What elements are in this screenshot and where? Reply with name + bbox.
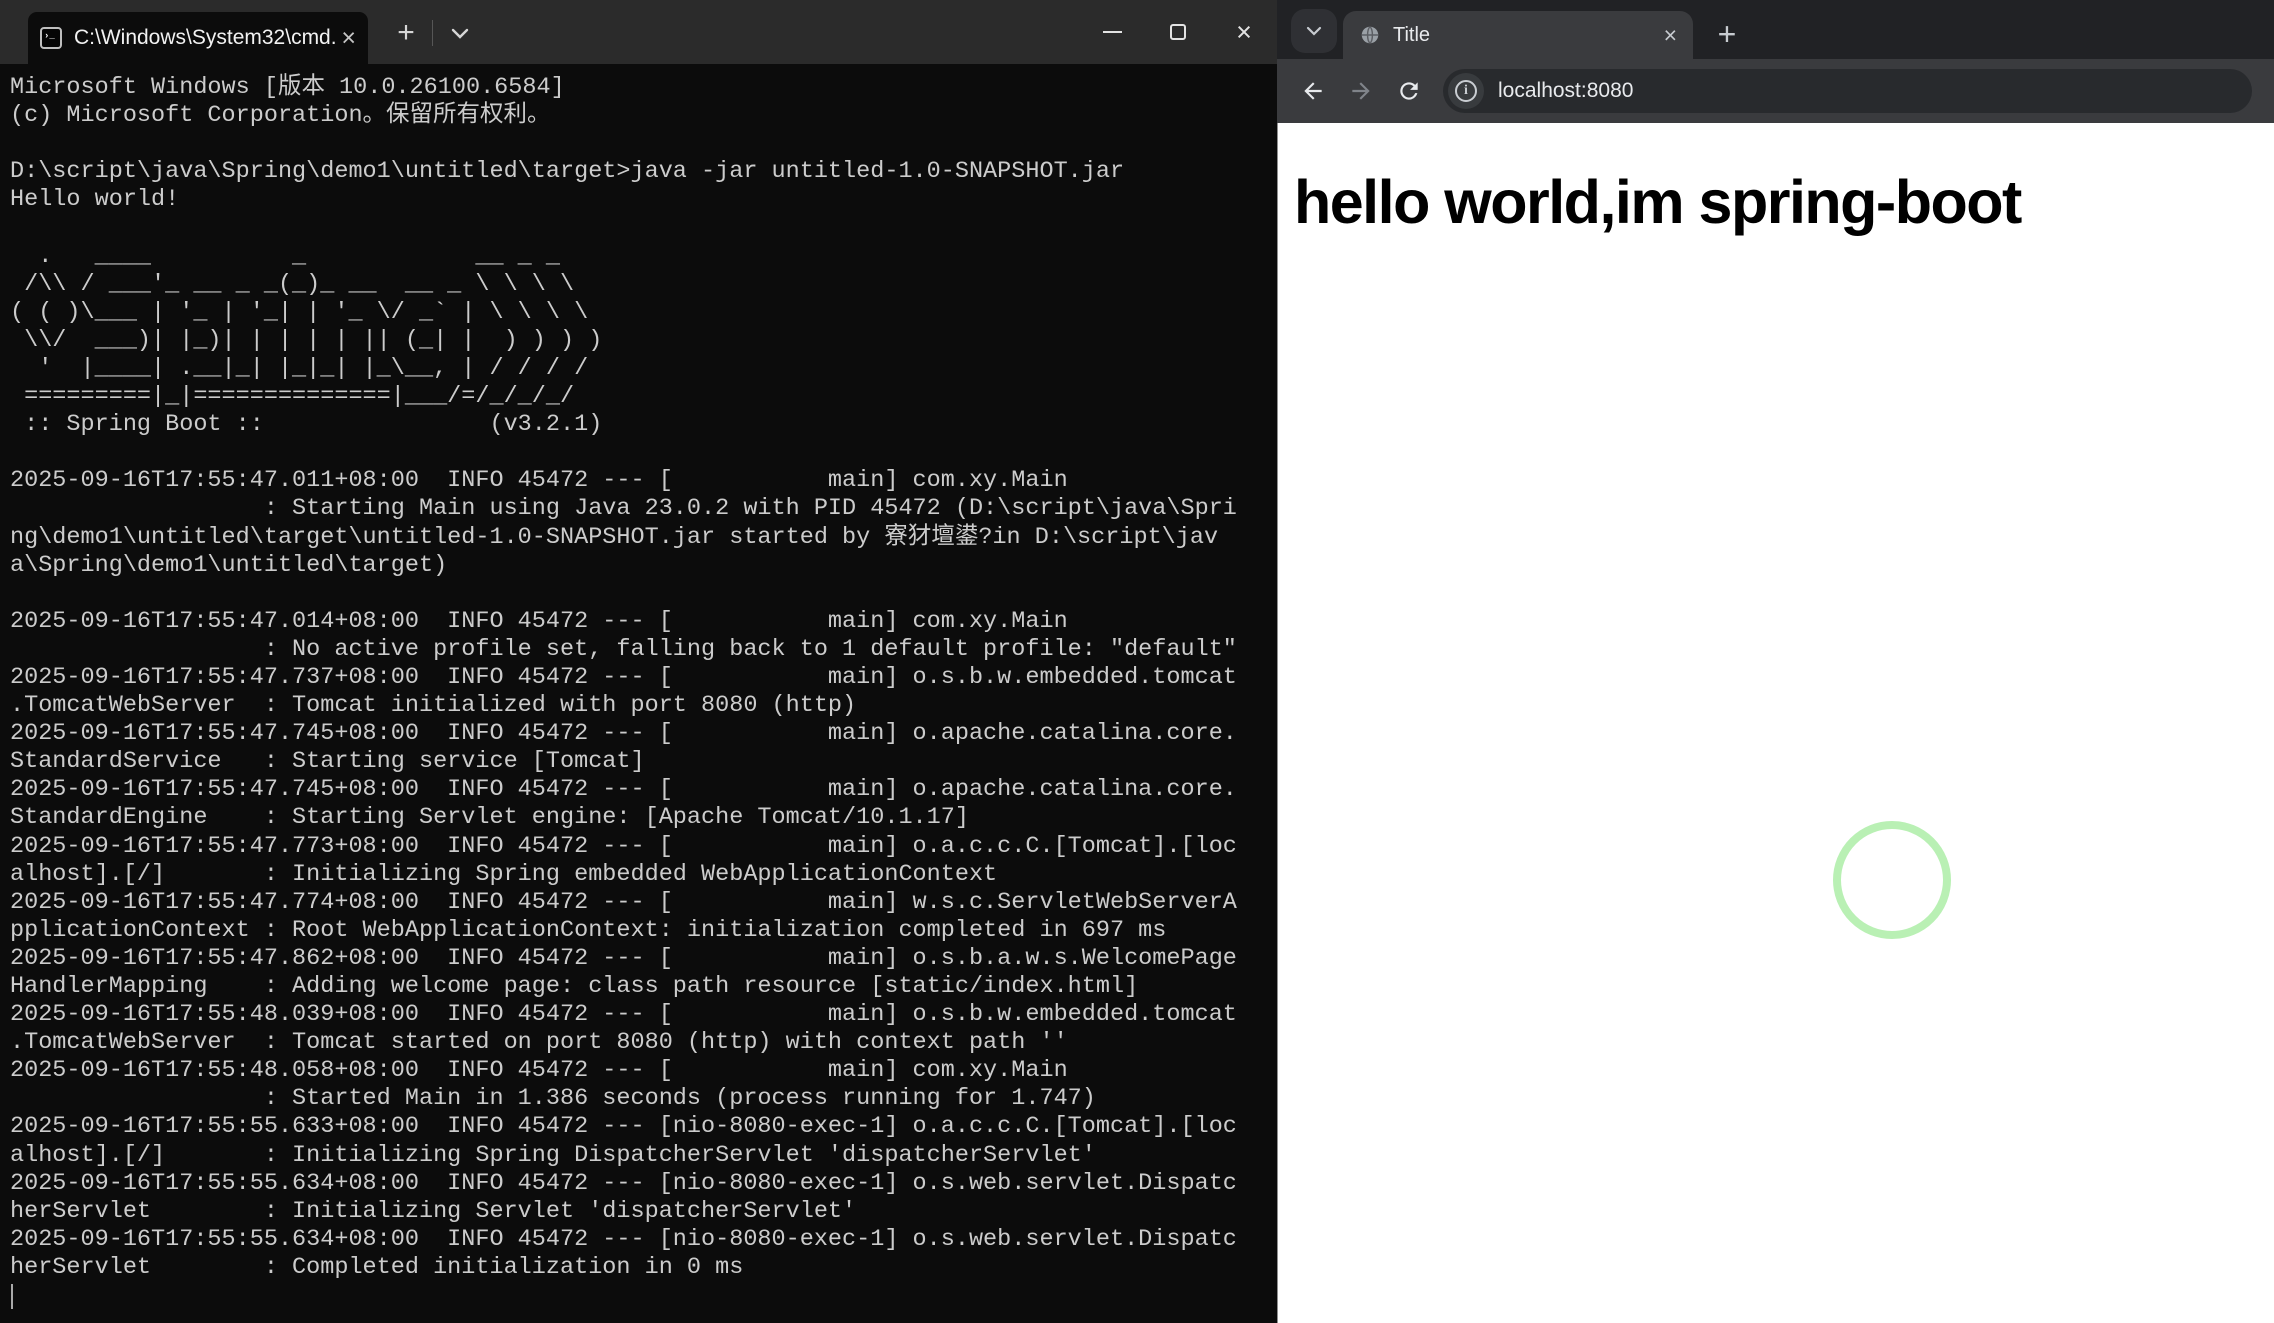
terminal-tabbar-divider [432, 20, 433, 46]
terminal-cursor [11, 1284, 13, 1309]
terminal-window: ›_ C:\Windows\System32\cmd.e› × + × Micr… [0, 0, 1277, 1323]
forward-button[interactable] [1339, 69, 1383, 113]
tab-search-button[interactable] [1291, 9, 1337, 53]
url-bar[interactable]: i localhost:8080 [1443, 69, 2252, 113]
chevron-down-icon [1306, 26, 1322, 36]
terminal-tab-dropdown-button[interactable] [440, 14, 480, 52]
globe-favicon-icon [1361, 26, 1379, 44]
terminal-minimize-button[interactable] [1079, 0, 1145, 64]
minimize-icon [1102, 31, 1122, 33]
console-output[interactable]: Microsoft Windows [版本 10.0.26100.6584] (… [0, 64, 1277, 1282]
browser-tab-active[interactable]: Title × [1343, 11, 1693, 59]
chevron-down-icon [451, 28, 469, 39]
terminal-tab-close-icon[interactable]: × [341, 25, 356, 51]
browser-new-tab-button[interactable]: + [1705, 12, 1749, 56]
page-content: hello world,im spring-boot [1277, 123, 2274, 1323]
browser-toolbar: i localhost:8080 [1277, 59, 2274, 123]
url-text: localhost:8080 [1498, 79, 1634, 102]
terminal-tab-title: C:\Windows\System32\cmd.e› [74, 26, 336, 49]
back-arrow-icon [1304, 82, 1322, 100]
terminal-close-button[interactable]: × [1211, 0, 1277, 64]
click-ring-indicator [1833, 821, 1951, 939]
browser-window: Title × + i localhost:8080 hello world,i… [1277, 0, 2274, 1323]
reload-icon [1400, 82, 1418, 100]
terminal-new-tab-button[interactable]: + [386, 14, 426, 52]
back-button[interactable] [1291, 69, 1335, 113]
terminal-titlebar: ›_ C:\Windows\System32\cmd.e› × + × [0, 0, 1277, 64]
browser-tab-close-button[interactable]: × [1664, 23, 1677, 47]
page-heading: hello world,im spring-boot [1294, 168, 2022, 236]
reload-button[interactable] [1387, 69, 1431, 113]
browser-tab-title: Title [1393, 23, 1431, 46]
terminal-maximize-button[interactable] [1145, 0, 1211, 64]
terminal-window-controls: × [1079, 0, 1277, 64]
forward-arrow-icon [1352, 82, 1370, 100]
browser-tabstrip: Title × + [1277, 0, 2274, 59]
site-info-button[interactable]: i [1448, 73, 1484, 109]
maximize-icon [1170, 24, 1186, 40]
terminal-tab-cmd[interactable]: ›_ C:\Windows\System32\cmd.e› × [28, 12, 368, 64]
info-icon: i [1455, 80, 1477, 102]
terminal-console-area[interactable]: Microsoft Windows [版本 10.0.26100.6584] (… [0, 64, 1277, 1323]
cmd-prompt-icon: ›_ [40, 27, 62, 49]
